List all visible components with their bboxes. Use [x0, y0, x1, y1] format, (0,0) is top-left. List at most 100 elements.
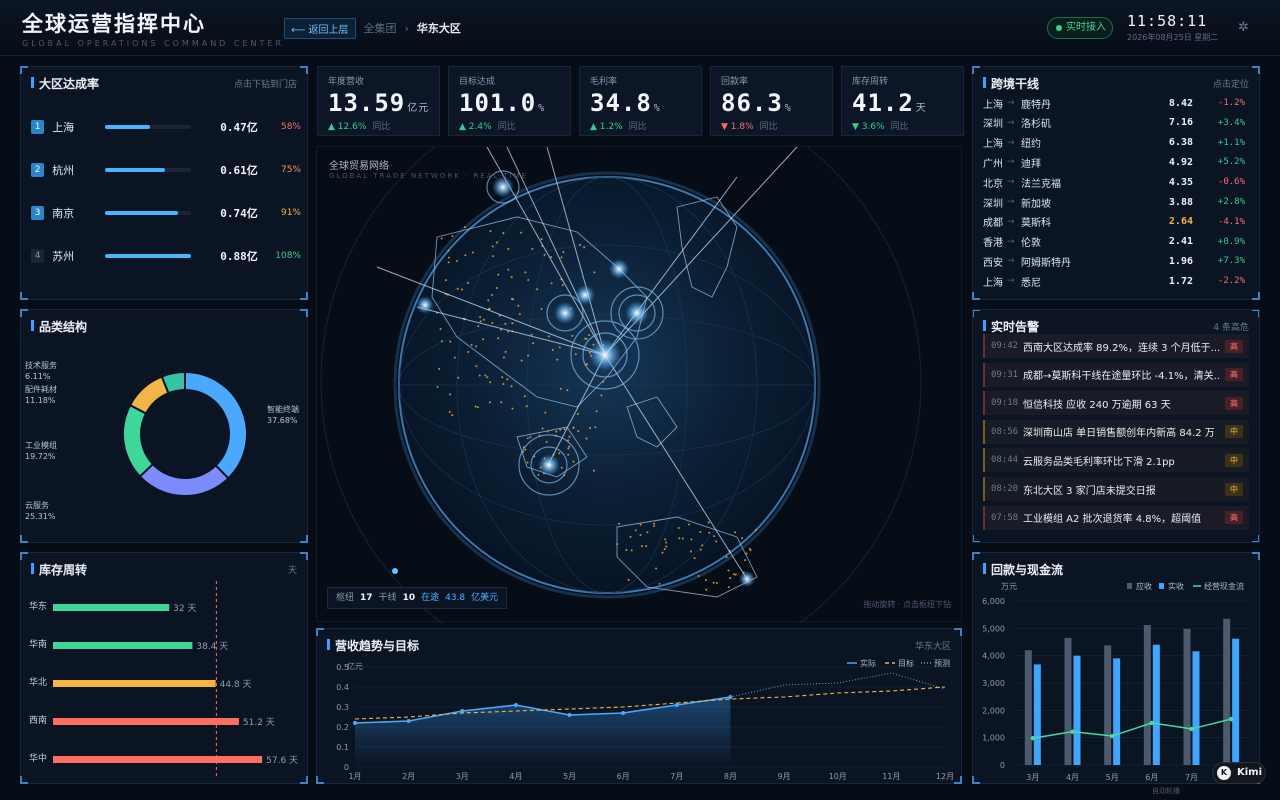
- kpi-card[interactable]: 回款率 86.3% ▼ 1.8% 同比: [710, 66, 833, 136]
- live-status-badge[interactable]: 实时接入: [1047, 17, 1113, 39]
- region-pct: 91%: [280, 208, 301, 218]
- route-change: +7.3%: [1217, 256, 1245, 267]
- kpi-delta-wrap: ▲ 12.6% 同比: [328, 119, 390, 132]
- alert-level-badge: 高: [1225, 511, 1243, 525]
- cash-flow-point[interactable]: [1189, 726, 1194, 732]
- kpi-value: 34.8: [590, 89, 652, 117]
- trend-point[interactable]: [674, 703, 679, 707]
- route-row[interactable]: 香港 → 伦敦 2.41 +0.9%: [983, 233, 1251, 251]
- trend-xtick: 1月: [348, 772, 361, 781]
- cash-bar-received[interactable]: [1113, 658, 1121, 765]
- region-row[interactable]: 2 杭州 0.61亿 75%: [31, 160, 301, 180]
- page-title: 全球运营指挥中心: [22, 12, 206, 36]
- trend-point[interactable]: [567, 713, 572, 717]
- alert-message: 云服务品类毛利率环比下滑 2.1pp: [1023, 456, 1175, 468]
- inventory-bar[interactable]: [53, 604, 170, 611]
- cash-flow-point[interactable]: [1149, 720, 1155, 726]
- routes-panel-hint[interactable]: 点击定位: [1213, 77, 1249, 90]
- alert-item[interactable]: 09:18 恒信科技 应收 240 万逾期 63 天 高: [983, 391, 1249, 416]
- clock-date: 2026年08月25日 星期二: [1127, 33, 1219, 42]
- region-panel-hint[interactable]: 点击下钻到门店: [234, 77, 297, 90]
- alert-item[interactable]: 08:56 深圳南山店 单日销售额创年内新高 84.2 万中: [983, 419, 1249, 444]
- cash-bar-received[interactable]: [1232, 638, 1240, 765]
- inventory-bar[interactable]: [53, 642, 193, 649]
- alert-message: 成都→莫斯科干线在途量环比 -4.1%，清关...: [1023, 371, 1221, 383]
- globe-panel[interactable]: 全球贸易网络 GLOBAL TRADE NETWORK · REAL-TIME …: [316, 146, 963, 623]
- alert-level-badge: 中: [1225, 482, 1243, 496]
- kpi-value: 101.0: [459, 89, 537, 117]
- kpi-card[interactable]: 年度营收 13.59 亿元 ▲ 12.6% 同比: [317, 66, 440, 136]
- category-label: 技术服务 6.11%: [25, 360, 57, 382]
- trend-point[interactable]: [353, 721, 357, 725]
- cash-flow-line[interactable]: [1032, 718, 1232, 739]
- gear-icon[interactable]: ✲: [1238, 20, 1249, 35]
- trend-xtick: 4月: [509, 772, 522, 781]
- alert-item[interactable]: 09:42 西南大区达成率 89.2%，连续 3 个月低于... 高: [983, 334, 1249, 358]
- region-row[interactable]: 3 南京 0.74亿 91%: [31, 203, 301, 223]
- kimi-badge[interactable]: K Kimi: [1212, 762, 1266, 784]
- route-row[interactable]: 成都 → 莫斯科 2.64 -4.1%: [983, 213, 1251, 231]
- region-name: 南京: [52, 207, 75, 220]
- cash-flow-point[interactable]: [1070, 729, 1075, 734]
- autoplay-label[interactable]: 自动轮播: [1152, 786, 1180, 796]
- kpi-label: 毛利率: [590, 77, 618, 87]
- region-panel: 大区达成率 点击下钻到门店 1 上海 0.47亿 58% 2 杭州 0.61亿 75% 3 南京 0…: [20, 66, 308, 300]
- alert-item[interactable]: 08:44 云服务品类毛利率环比下滑 2.1pp 中: [983, 448, 1249, 473]
- route-from: 广州: [983, 158, 1003, 170]
- alert-message: 工业模组 A2 批次退货率 4.8%，超阈值: [1023, 514, 1202, 526]
- cash-flow-point[interactable]: [1228, 716, 1234, 722]
- inventory-bar[interactable]: [53, 718, 239, 725]
- donut-slice[interactable]: [184, 370, 248, 480]
- cash-xtick: 3月: [1026, 773, 1039, 782]
- cash-bar-received[interactable]: [1192, 651, 1200, 765]
- kpi-card[interactable]: 毛利率 34.8% ▲ 1.2% 同比: [579, 66, 702, 136]
- inventory-bar[interactable]: [53, 680, 216, 687]
- globe-subtitle: GLOBAL TRADE NETWORK · REAL-TIME: [329, 172, 529, 180]
- cash-bar-received[interactable]: [1073, 655, 1081, 765]
- route-value: 3.88: [1168, 196, 1193, 208]
- inventory-bar[interactable]: [53, 756, 263, 763]
- kpi-card[interactable]: 目标达成 101.0% ▲ 2.4% 同比: [448, 66, 571, 136]
- region-rank: 3: [31, 206, 45, 220]
- region-row[interactable]: 4 苏州 0.88亿 108%: [31, 246, 301, 266]
- cash-bar-receivable[interactable]: [1104, 645, 1112, 765]
- globe-visual[interactable]: [317, 147, 963, 623]
- breadcrumb-group[interactable]: 全集团: [364, 20, 397, 36]
- kpi-card[interactable]: 库存周转 41.2 天 ▼ 3.6% 同比: [841, 66, 964, 136]
- cash-flow-point[interactable]: [1109, 733, 1115, 739]
- route-row[interactable]: 北京 → 法兰克福 4.35 -0.6%: [983, 173, 1251, 191]
- cash-ytick: 3,000: [982, 679, 1005, 688]
- alert-item[interactable]: 09:31 成都→莫斯科干线在途量环比 -4.1%，清关... 高: [983, 362, 1249, 387]
- cash-bar-received[interactable]: [1152, 644, 1160, 765]
- route-from: 西安: [983, 257, 1003, 269]
- route-row[interactable]: 上海 → 鹿特丹 8.42 -1.2%: [983, 94, 1251, 112]
- route-row[interactable]: 西安 → 阿姆斯特丹 1.96 +7.3%: [983, 252, 1251, 270]
- route-row[interactable]: 深圳 → 洛杉矶 7.16 +3.4%: [983, 114, 1251, 132]
- cash-bar-receivable[interactable]: [1064, 637, 1072, 765]
- route-row[interactable]: 上海 → 悉尼 1.72 -2.2%: [983, 272, 1251, 290]
- cash-flow-point[interactable]: [1030, 736, 1036, 741]
- donut-slice[interactable]: [138, 462, 230, 497]
- cash-bar-receivable[interactable]: [1024, 650, 1032, 765]
- donut-slice[interactable]: [128, 375, 170, 415]
- cash-legend-swatch: [1159, 583, 1164, 589]
- region-row[interactable]: 1 上海 0.47亿 58%: [31, 117, 301, 137]
- alert-item[interactable]: 08:20 东北大区 3 家门店未提交日报 中: [983, 477, 1249, 501]
- trend-point[interactable]: [406, 719, 411, 723]
- cash-bar-received[interactable]: [1033, 664, 1041, 765]
- back-button[interactable]: ⟵ 返回上层: [284, 17, 356, 39]
- route-row[interactable]: 广州 → 迪拜 4.92 +5.2%: [983, 153, 1251, 171]
- donut-slice[interactable]: [122, 403, 155, 478]
- kpi-delta: ▼ 3.6%: [852, 122, 885, 132]
- alert-item[interactable]: 07:58 工业模组 A2 批次退货率 4.8%，超阈值 高: [983, 505, 1249, 530]
- route-row[interactable]: 上海 → 纽约 6.38 +1.1%: [983, 134, 1251, 152]
- cash-bar-receivable[interactable]: [1143, 625, 1151, 765]
- trend-point[interactable]: [621, 711, 626, 715]
- trend-point[interactable]: [513, 703, 518, 707]
- kpi-yoy-label: 同比: [759, 122, 778, 132]
- route-change: -1.2%: [1217, 98, 1245, 108]
- route-row[interactable]: 深圳 → 新加坡 3.88 +2.8%: [983, 193, 1251, 211]
- region-progress-bar: [104, 125, 192, 129]
- cash-bar-receivable[interactable]: [1223, 618, 1231, 765]
- cash-bar-receivable[interactable]: [1183, 628, 1191, 765]
